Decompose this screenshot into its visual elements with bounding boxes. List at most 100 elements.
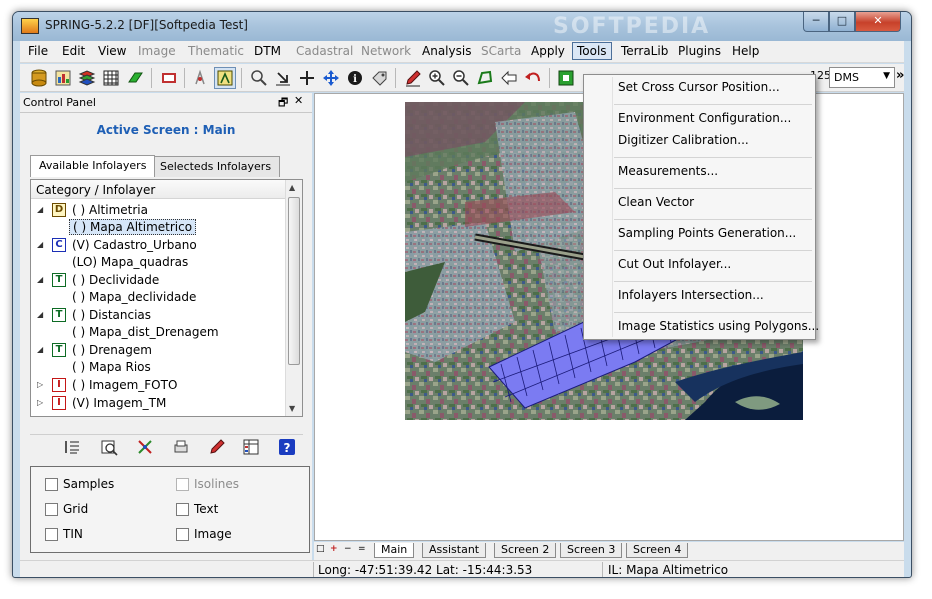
search-icon[interactable] [248,67,270,89]
tree-category-imagem-foto[interactable]: ▷ I ( ) Imagem_FOTO [31,377,281,394]
collapse-icon[interactable]: ◢ [37,275,43,284]
edit-pencil-icon[interactable] [207,437,227,457]
tree-scrollbar[interactable]: ▲ ▼ [285,180,302,416]
expand-icon[interactable]: ▷ [37,398,43,407]
info-icon[interactable]: i [344,67,366,89]
collapse-icon[interactable]: ◢ [37,310,43,319]
close-button[interactable]: ✕ [855,12,901,32]
collapse-icon[interactable]: ◢ [37,205,43,214]
tree-layer-mapa-rios[interactable]: ( ) Mapa Rios [69,359,269,376]
zoom-in-icon[interactable] [426,67,448,89]
menu-plugins[interactable]: Plugins [678,44,721,58]
tab-screen-4[interactable]: Screen 4 [626,543,689,558]
print-icon[interactable] [171,437,191,457]
tree-category-cadastro-urbano[interactable]: ◢ C (V) Cadastro_Urbano [31,237,281,254]
project-icon[interactable] [52,67,74,89]
menu-item-infolayers-intersection[interactable]: Infolayers Intersection... [618,288,764,302]
menu-item-image-statistics[interactable]: Image Statistics using Polygons... [618,319,819,333]
menu-network[interactable]: Network [361,44,411,58]
tab-screen-2[interactable]: Screen 2 [494,543,557,558]
tab-available-infolayers[interactable]: Available Infolayers [30,155,156,177]
pencil-icon[interactable] [402,67,424,89]
float-panel-icon[interactable]: 🗗 [278,94,288,113]
first-screen-icon[interactable]: □ [316,544,325,554]
scroll-down-icon[interactable]: ▼ [289,404,295,413]
zoom-out-icon[interactable] [450,67,472,89]
checkbox-box[interactable] [176,503,189,516]
collapse-icon[interactable]: ◢ [37,240,43,249]
tree-category-drenagem[interactable]: ◢ T ( ) Drenagem [31,342,281,359]
menu-item-cut-out-infolayer[interactable]: Cut Out Infolayer... [618,257,731,271]
menu-edit[interactable]: Edit [62,44,85,58]
screen-nav-icon[interactable]: = [358,544,366,554]
tree-layer-mapa-declividade[interactable]: ( ) Mapa_declividade [69,289,269,306]
tab-screen-3[interactable]: Screen 3 [560,543,623,558]
list-icon[interactable] [62,437,82,457]
menu-item-environment-configuration[interactable]: Environment Configuration... [618,111,791,125]
menu-item-set-cross-cursor[interactable]: Set Cross Cursor Position... [618,80,780,94]
menu-item-sampling-points[interactable]: Sampling Points Generation... [618,226,796,240]
expand-icon[interactable]: ▷ [37,380,43,389]
tree-column-header[interactable]: Category / Infolayer [31,180,286,199]
grid-icon[interactable] [100,67,122,89]
checkbox-box[interactable] [45,503,58,516]
menu-apply[interactable]: Apply [531,44,565,58]
draw-tool-icon[interactable] [190,67,212,89]
pan-icon[interactable] [320,67,342,89]
tree-category-altimetria[interactable]: ◢ D ( ) Altimetria [31,202,281,219]
visual-settings-icon[interactable] [135,437,155,457]
database-icon[interactable] [28,67,50,89]
coordinate-format-select[interactable]: DMS ▼ [829,67,895,88]
menu-terralib[interactable]: TerraLib [621,44,668,58]
title-bar[interactable]: SPRING-5.2.2 [DF][Softpedia Test] SOFTPE… [13,12,911,41]
legend-icon[interactable] [241,437,261,457]
menu-file[interactable]: File [28,44,48,58]
maximize-button[interactable]: □ [829,12,855,32]
tree-category-declividade[interactable]: ◢ T ( ) Declividade [31,272,281,289]
remove-screen-icon[interactable]: − [344,544,352,554]
export-icon[interactable] [555,67,577,89]
tab-assistant[interactable]: Assistant [422,543,487,558]
menu-item-digitizer-calibration[interactable]: Digitizer Calibration... [618,133,749,147]
screen-icon[interactable] [158,67,180,89]
arrow-down-right-icon[interactable] [272,67,294,89]
add-screen-icon[interactable]: + [330,544,338,554]
menu-help[interactable]: Help [732,44,759,58]
eraser-icon[interactable] [124,67,146,89]
scroll-up-icon[interactable]: ▲ [289,183,295,192]
cross-cursor-icon[interactable] [296,67,318,89]
close-panel-icon[interactable]: ✕ [294,94,303,107]
cursor-info-icon[interactable] [214,67,236,89]
collapse-icon[interactable]: ◢ [37,345,43,354]
tree-category-imagem-tm[interactable]: ▷ I (V) Imagem_TM [31,395,281,412]
layers-icon[interactable] [76,67,98,89]
scrollbar-thumb[interactable] [288,197,300,365]
back-arrow-icon[interactable] [498,67,520,89]
tree-layer-mapa-quadras[interactable]: (LO) Mapa_quadras [69,254,269,271]
tree-layer-mapa-dist-drenagem[interactable]: ( ) Mapa_dist_Drenagem [69,324,279,341]
menu-thematic[interactable]: Thematic [188,44,244,58]
menu-tools[interactable]: Tools [572,42,612,60]
zoom-area-icon[interactable] [474,67,496,89]
infolayer-tree[interactable]: Category / Infolayer ▲ ▼ ◢ D ( ) Altimet… [30,179,303,417]
menu-cadastral[interactable]: Cadastral [296,44,353,58]
menu-view[interactable]: View [98,44,126,58]
menu-scarta[interactable]: SCarta [481,44,521,58]
checkbox-box[interactable] [45,528,58,541]
layer-properties-icon[interactable] [99,437,119,457]
minimize-button[interactable]: ─ [803,12,829,32]
menu-image[interactable]: Image [138,44,176,58]
tab-selected-infolayers[interactable]: Selecteds Infolayers [151,156,281,177]
tree-layer-mapa-altimetrico[interactable]: ( ) Mapa Altimetrico [69,219,219,236]
checkbox-box[interactable] [176,478,189,491]
menu-analysis[interactable]: Analysis [422,44,471,58]
menu-dtm[interactable]: DTM [254,44,281,58]
tab-main[interactable]: Main [374,543,415,558]
tag-icon[interactable] [368,67,390,89]
menu-item-measurements[interactable]: Measurements... [618,164,718,178]
checkbox-box[interactable] [45,478,58,491]
help-icon[interactable]: ? [277,437,297,457]
tree-category-distancias[interactable]: ◢ T ( ) Distancias [31,307,281,324]
toolbar-overflow-button[interactable]: » [896,68,904,83]
menu-item-clean-vector[interactable]: Clean Vector [618,195,694,209]
